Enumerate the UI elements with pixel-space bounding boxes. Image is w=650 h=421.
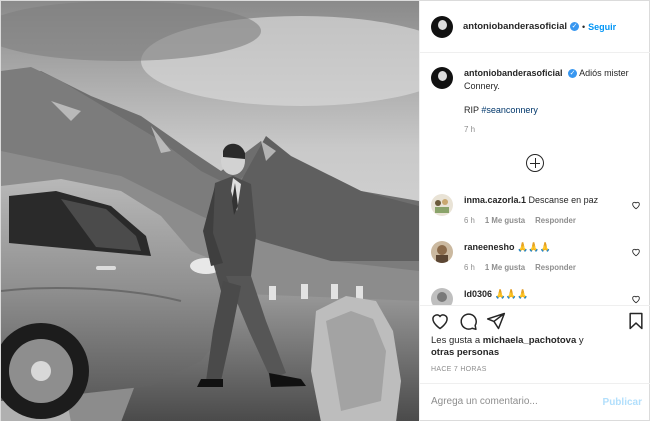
paper-plane-icon[interactable] — [486, 311, 506, 331]
caption-rip: RIP — [464, 105, 479, 115]
comment-item: raneenesho 🙏🙏🙏 6 h 1 Me gusta Responder — [431, 241, 643, 272]
comment-line: raneenesho 🙏🙏🙏 — [464, 241, 643, 254]
black-and-white-photo-car-mountains — [1, 1, 419, 421]
comment-input[interactable] — [431, 396, 591, 407]
caption-text: antoniobanderasoficial ✓ Adiós mister Co… — [464, 67, 643, 93]
username-link[interactable]: antoniobanderasoficial — [463, 21, 567, 32]
separator-dot: • — [582, 21, 586, 32]
divider — [420, 305, 650, 306]
heart-icon[interactable] — [631, 294, 641, 304]
likes-others-link[interactable]: otras personas — [431, 347, 499, 358]
comment-meta: 6 h 1 Me gusta Responder — [464, 216, 643, 225]
verified-badge-icon: ✓ — [570, 22, 579, 31]
post-side-panel: antoniobanderasoficial ✓ • Seguir antoni… — [419, 1, 650, 421]
comment-time: 6 h — [464, 263, 475, 272]
commenter-avatar[interactable] — [431, 288, 453, 305]
caption-username[interactable]: antoniobanderasoficial — [464, 68, 563, 78]
caption-time: 7 h — [464, 125, 476, 134]
heart-icon[interactable] — [430, 311, 450, 331]
heart-icon[interactable] — [631, 200, 641, 210]
likes-summary: Les gusta a michaela_pachotova y otras p… — [431, 335, 641, 359]
bookmark-icon[interactable] — [626, 311, 646, 331]
reply-button[interactable]: Responder — [535, 263, 576, 272]
comment-username[interactable]: raneenesho — [464, 242, 515, 252]
post-caption: antoniobanderasoficial ✓ Adiós mister Co… — [431, 67, 643, 134]
commenter-avatar[interactable] — [431, 241, 453, 263]
commenter-avatar[interactable] — [431, 194, 453, 216]
comment-line: ld0306 🙏🙏🙏 — [464, 288, 643, 301]
verified-badge-icon: ✓ — [568, 69, 578, 79]
post-timestamp: HACE 7 HORAS — [431, 366, 487, 373]
comment-bubble-icon[interactable] — [458, 311, 478, 331]
comment-item: ld0306 🙏🙏🙏 — [431, 288, 643, 305]
comment-time: 6 h — [464, 216, 475, 225]
publish-button[interactable]: Publicar — [603, 397, 642, 408]
liker-username[interactable]: michaela_pachotova — [483, 335, 576, 346]
avatar[interactable] — [431, 67, 453, 89]
comment-item: inma.cazorla.1 Descanse en paz 6 h 1 Me … — [431, 194, 643, 225]
likes-prefix: Les gusta a — [431, 335, 481, 346]
plus-circle-icon[interactable] — [526, 154, 544, 172]
avatar[interactable] — [431, 15, 453, 38]
reply-button[interactable]: Responder — [535, 216, 576, 225]
caption-rip-line: RIP #seanconnery — [464, 105, 643, 115]
follow-button[interactable]: Seguir — [588, 22, 616, 32]
comment-text: 🙏🙏🙏 — [494, 289, 529, 299]
add-comment-bar: Publicar — [420, 383, 650, 421]
post-actions — [428, 311, 644, 333]
comment-username[interactable]: inma.cazorla.1 — [464, 195, 526, 205]
comment-likes[interactable]: 1 Me gusta — [485, 263, 525, 272]
comment-line: inma.cazorla.1 Descanse en paz — [464, 194, 643, 207]
comment-text: 🙏🙏🙏 — [517, 242, 551, 252]
likes-middle: y — [578, 335, 584, 346]
comment-meta: 6 h 1 Me gusta Responder — [464, 263, 643, 272]
comment-likes[interactable]: 1 Me gusta — [485, 216, 525, 225]
post-header: antoniobanderasoficial ✓ • Seguir — [420, 1, 650, 53]
post-photo[interactable] — [1, 1, 419, 421]
hashtag-link[interactable]: #seanconnery — [481, 105, 538, 115]
heart-icon[interactable] — [631, 247, 641, 257]
instagram-post: antoniobanderasoficial ✓ • Seguir antoni… — [0, 0, 650, 421]
comment-text: Descanse en paz — [528, 195, 599, 205]
comment-username[interactable]: ld0306 — [464, 289, 492, 299]
